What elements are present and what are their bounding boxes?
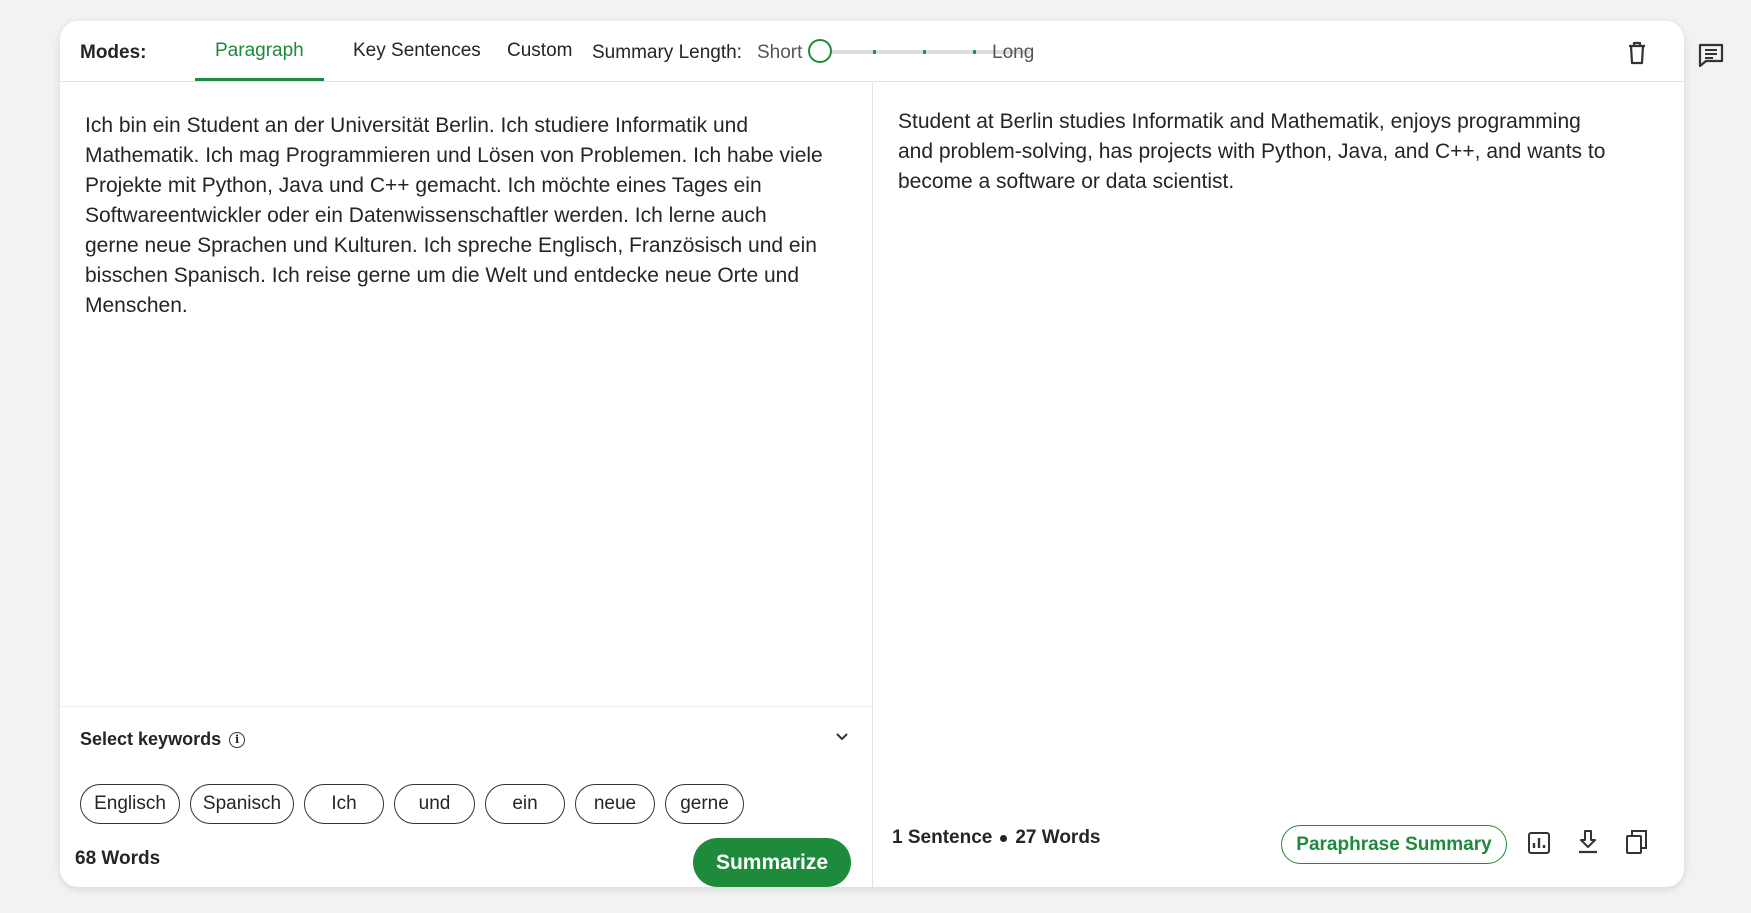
- keyword-chip[interactable]: ein: [485, 784, 565, 824]
- slider-tick: [873, 50, 876, 54]
- tab-custom[interactable]: Custom: [487, 21, 592, 80]
- keywords-panel: Select keywords i Englisch Spanisch Ich …: [60, 706, 872, 887]
- slider-thumb[interactable]: [808, 39, 832, 63]
- feedback-icon[interactable]: [1698, 43, 1724, 72]
- keyword-chip[interactable]: gerne: [665, 784, 744, 824]
- keyword-chip[interactable]: und: [394, 784, 475, 824]
- info-icon[interactable]: i: [229, 731, 246, 748]
- slider-tick: [973, 50, 976, 54]
- mode-toolbar: Modes: Paragraph Key Sentences Custom Su…: [60, 21, 1684, 82]
- keyword-chips: Englisch Spanisch Ich und ein neue gerne: [80, 784, 744, 824]
- keywords-label: Select keywords: [80, 729, 222, 749]
- slider-tick: [923, 50, 926, 54]
- output-word-count: 27 Words: [1015, 827, 1101, 848]
- modes-label: Modes:: [80, 42, 147, 63]
- chevron-down-icon[interactable]: [835, 729, 849, 747]
- summarizer-card: Modes: Paragraph Key Sentences Custom Su…: [60, 21, 1684, 887]
- statistics-icon[interactable]: [1527, 831, 1551, 860]
- separator-dot: [1000, 834, 1008, 842]
- input-word-count: 68 Words: [75, 848, 161, 869]
- keywords-header: Select keywords i: [80, 729, 246, 750]
- keyword-chip[interactable]: Englisch: [80, 784, 180, 824]
- long-label: Long: [992, 42, 1035, 63]
- paraphrase-summary-button[interactable]: Paraphrase Summary: [1281, 825, 1507, 864]
- summary-output: Student at Berlin studies Informatik and…: [898, 110, 1606, 193]
- keyword-chip[interactable]: neue: [575, 784, 655, 824]
- download-icon[interactable]: [1576, 829, 1600, 860]
- tab-paragraph[interactable]: Paragraph: [195, 21, 324, 81]
- summary-length-label: Summary Length:: [592, 42, 742, 63]
- output-stats: 1 Sentence 27 Words: [892, 827, 1101, 849]
- keyword-chip[interactable]: Ich: [304, 784, 384, 824]
- short-label: Short: [757, 42, 803, 63]
- trash-icon[interactable]: [1627, 41, 1647, 71]
- tab-key-sentences[interactable]: Key Sentences: [333, 21, 501, 80]
- copy-icon[interactable]: [1626, 829, 1648, 860]
- sentence-count: 1 Sentence: [892, 827, 993, 848]
- panel-divider: [872, 81, 873, 887]
- input-text-area[interactable]: Ich bin ein Student an der Universität B…: [85, 111, 825, 321]
- keyword-chip[interactable]: Spanisch: [190, 784, 294, 824]
- summarize-button[interactable]: Summarize: [693, 838, 851, 887]
